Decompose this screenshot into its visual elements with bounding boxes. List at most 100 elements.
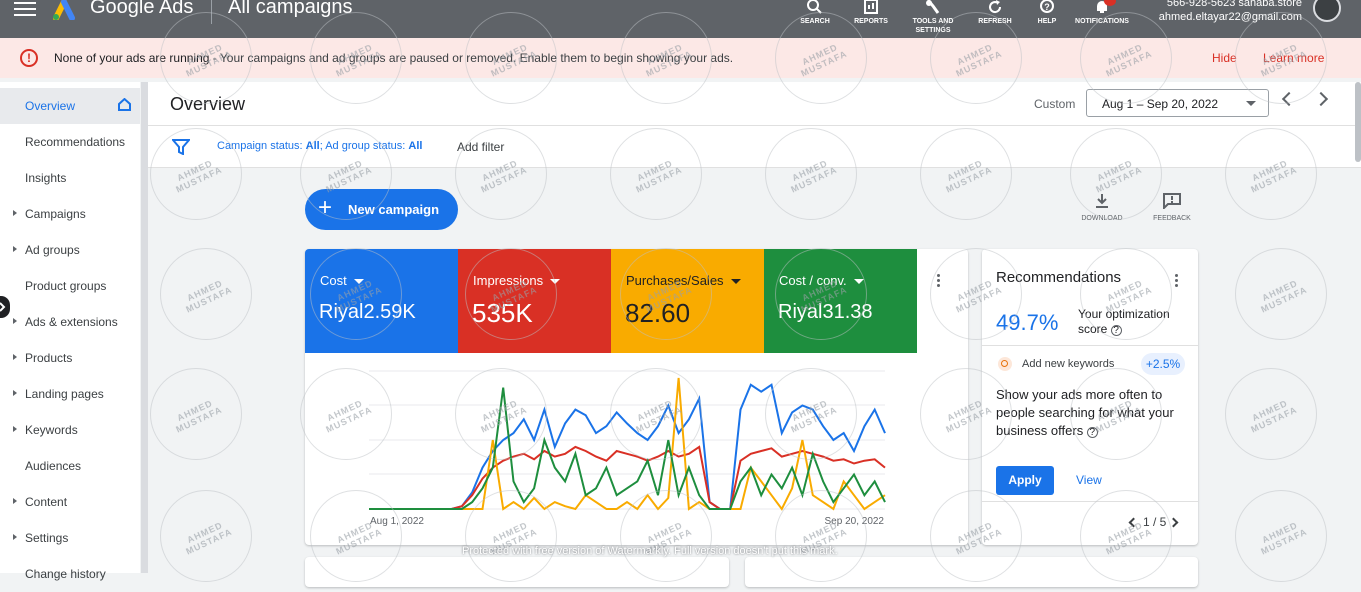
caret-right-icon — [13, 210, 17, 216]
metric-value: 535K — [472, 298, 533, 328]
metric-name: Purchases/Sales — [626, 273, 741, 288]
side-navigation: Overview Recommendations Insights Campaigns… — [0, 82, 140, 581]
divider — [982, 345, 1198, 346]
uplift-badge: +2.5% — [1141, 353, 1185, 375]
metric-value: Riyal31.38 — [778, 301, 873, 323]
performance-card: Cost Riyal2.59K Impressions 535K Purchas… — [305, 249, 968, 545]
page-title: All campaigns — [228, 0, 353, 18]
sidebar-item-label: Content — [25, 495, 68, 509]
view-link[interactable]: View — [1076, 473, 1102, 487]
avatar[interactable] — [1313, 0, 1341, 22]
warning-icon: ! — [20, 49, 38, 67]
notifications-button[interactable]: NOTIFICATIONS — [1073, 0, 1131, 26]
sidebar-item-landing-pages[interactable]: Landing pages — [0, 376, 140, 412]
apply-button[interactable]: Apply — [996, 466, 1054, 495]
sidebar-item-label: Ad groups — [25, 243, 80, 257]
metric-name: Cost / conv. — [779, 273, 864, 288]
watermark-stamp: AHMED MUSTAFA — [1235, 248, 1327, 340]
sidebar-item-label: Insights — [25, 171, 67, 185]
sidebar-item-change-history[interactable]: Change history — [0, 556, 140, 592]
search-label: SEARCH — [800, 18, 830, 25]
metric-name: Impressions — [473, 273, 560, 288]
sidebar-item-keywords[interactable]: Keywords — [0, 412, 140, 448]
download-label: DOWNLOAD — [1081, 215, 1123, 222]
new-campaign-button[interactable]: + New campaign — [305, 189, 458, 230]
more-options-icon[interactable] — [937, 274, 941, 289]
filter-icon[interactable] — [172, 139, 190, 155]
watermark-stamp-text: AHMED MUSTAFA — [1259, 277, 1309, 315]
sidebar-item-ads-extensions[interactable]: Ads & extensions — [0, 304, 140, 340]
reports-icon — [864, 0, 878, 14]
sidebar-item-overview[interactable]: Overview — [0, 88, 140, 124]
metric-cost-per-conv[interactable]: Cost / conv. Riyal31.38 — [764, 249, 917, 353]
previous-period-button[interactable] — [1281, 91, 1297, 107]
watermark-stamp-text: AHMED MUSTAFA — [184, 519, 234, 557]
sidebar-item-insights[interactable]: Insights — [0, 160, 140, 196]
divider — [211, 0, 212, 24]
menu-icon[interactable] — [14, 2, 36, 16]
watermark-stamp: AHMED MUSTAFA — [150, 368, 242, 460]
sidebar-item-label: Ads & extensions — [25, 315, 118, 329]
download-button[interactable]: DOWNLOAD — [1072, 193, 1132, 222]
help-label: HELP — [1037, 18, 1057, 25]
series-line-cost[interactable] — [369, 383, 886, 510]
reports-button[interactable]: REPORTS — [852, 0, 890, 26]
metric-purchases-sales[interactable]: Purchases/Sales 82.60 — [611, 249, 764, 353]
banner-lead: None of your ads are running — [54, 51, 210, 65]
pager-position: 1 / 5 — [1143, 515, 1167, 529]
help-circle-icon[interactable]: ? — [1086, 427, 1098, 438]
help-button[interactable]: ? HELP — [1034, 0, 1060, 26]
account-email: ahmed.eltayar22@gmail.com — [1158, 11, 1302, 23]
metric-value: 82.60 — [625, 298, 691, 328]
sidenav-scrollbar[interactable] — [141, 82, 148, 573]
dropdown-arrow-icon — [1246, 101, 1256, 106]
date-range-picker[interactable]: Aug 1 – Sep 20, 2022 — [1086, 89, 1269, 117]
recommendation-text: Show your ads more often to people searc… — [996, 387, 1174, 438]
page-scrollbar[interactable] — [1355, 82, 1361, 162]
watermark-stamp-text: AHMED MUSTAFA — [1259, 519, 1309, 557]
learn-more-link[interactable]: Learn more — [1263, 51, 1324, 65]
help-circle-icon[interactable]: ? — [1110, 325, 1122, 336]
sidebar-item-audiences[interactable]: Audiences — [0, 448, 140, 484]
chevron-left-icon[interactable] — [1128, 517, 1139, 528]
refresh-label: REFRESH — [978, 18, 1012, 25]
sidebar-item-settings[interactable]: Settings — [0, 520, 140, 556]
more-options-icon[interactable] — [1175, 274, 1179, 289]
active-filters[interactable]: Campaign status: All; Ad group status: A… — [217, 140, 422, 152]
metric-cost[interactable]: Cost Riyal2.59K — [305, 249, 458, 353]
series-line-cost-conv-[interactable] — [369, 387, 886, 510]
brand-name: Google Ads — [90, 0, 194, 18]
sidebar-item-label: Settings — [25, 531, 69, 545]
caret-right-icon — [13, 426, 17, 432]
sidebar-item-label: Audiences — [25, 459, 82, 473]
refresh-icon — [989, 0, 1002, 14]
sidebar-item-products[interactable]: Products — [0, 340, 140, 376]
recommendation-description: Show your ads more often to people searc… — [996, 386, 1186, 440]
google-ads-logo — [53, 0, 75, 20]
top-bar: Google Ads All campaigns SEARCH REPORTS … — [0, 0, 1361, 38]
hide-banner-link[interactable]: Hide — [1212, 51, 1237, 65]
sidebar-item-product-groups[interactable]: Product groups — [0, 268, 140, 304]
sidebar-item-ad-groups[interactable]: Ad groups — [0, 232, 140, 268]
sidebar-item-content[interactable]: Content — [0, 484, 140, 520]
divider — [982, 501, 1198, 502]
chevron-right-icon[interactable] — [1168, 517, 1179, 528]
sidebar-item-campaigns[interactable]: Campaigns — [0, 196, 140, 232]
recommendation-type: Add new keywords — [1022, 358, 1115, 370]
campaign-status-label: Campaign status: — [217, 140, 306, 152]
tools-settings-button[interactable]: TOOLS AND SETTINGS — [908, 0, 958, 35]
sidebar-item-recommendations[interactable]: Recommendations — [0, 124, 140, 160]
help-icon: ? — [1040, 0, 1054, 13]
feedback-button[interactable]: FEEDBACK — [1142, 193, 1202, 222]
next-period-button[interactable] — [1313, 91, 1329, 107]
metric-impressions[interactable]: Impressions 535K — [458, 249, 611, 353]
add-filter-button[interactable]: Add filter — [457, 140, 504, 154]
performance-chart: Aug 1, 2022 Sep 20, 2022 — [369, 370, 886, 527]
search-icon — [807, 0, 822, 14]
search-button[interactable]: SEARCH — [797, 0, 833, 26]
refresh-button[interactable]: REFRESH — [976, 0, 1014, 26]
account-info[interactable]: 566-928-5623 sahaba.store ahmed.eltayar2… — [1150, 0, 1302, 24]
collapse-nav-button[interactable] — [0, 296, 10, 318]
adgroup-status-value: All — [408, 140, 423, 152]
watermark-stamp: AHMED MUSTAFA — [1235, 490, 1327, 582]
